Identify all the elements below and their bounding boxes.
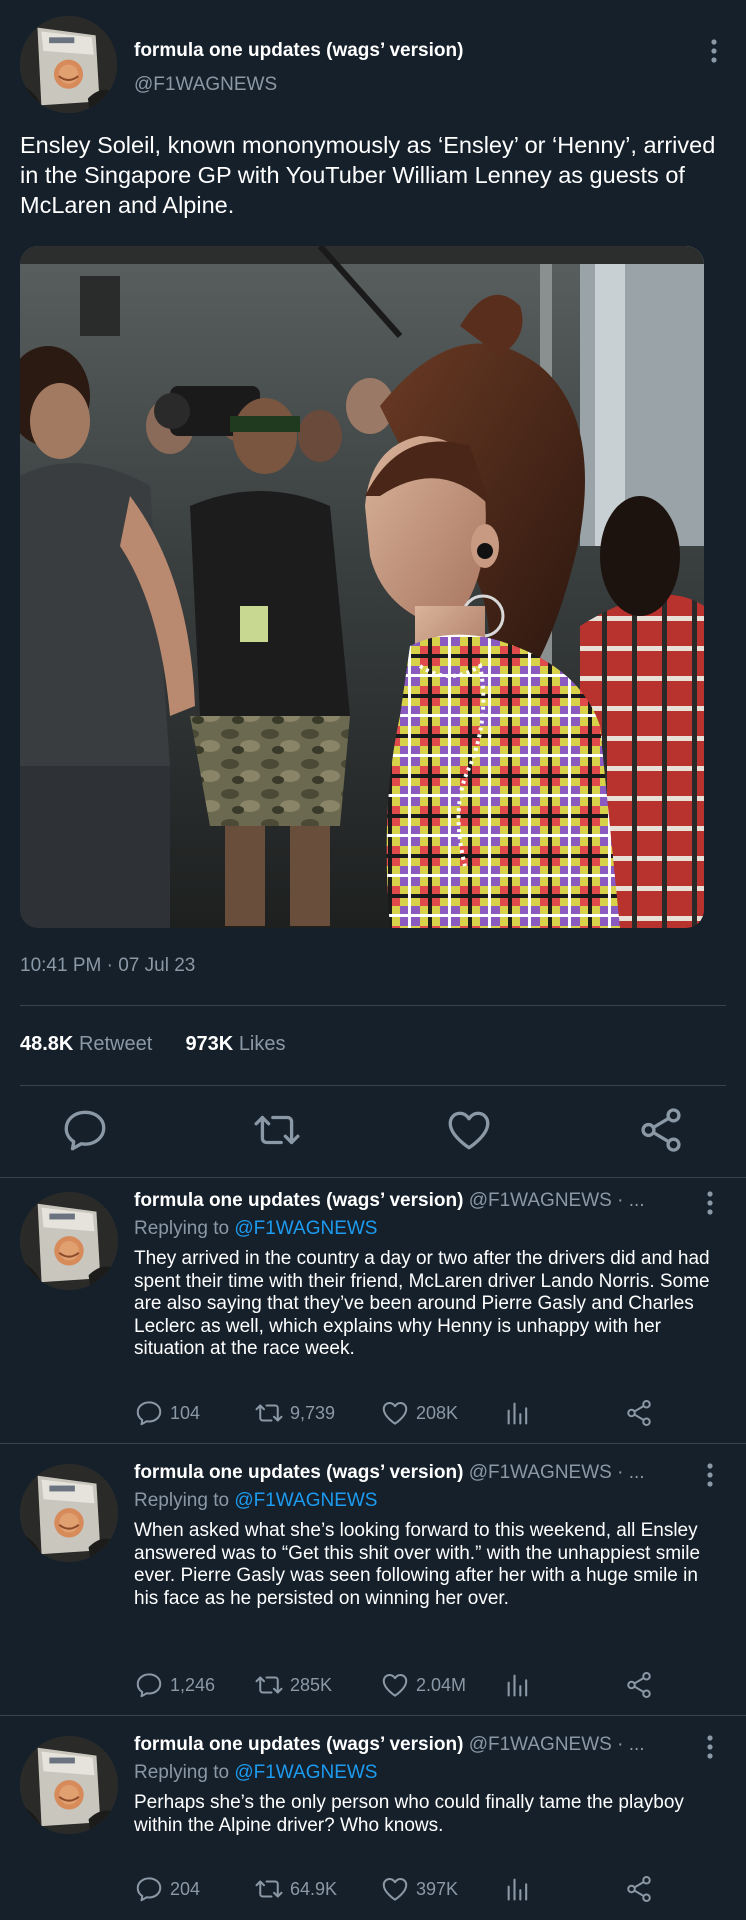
divider xyxy=(20,1085,726,1086)
reply-count: 1,246 xyxy=(170,1674,216,1695)
reply-button[interactable]: 104 xyxy=(134,1396,200,1430)
display-name[interactable]: formula one updates (wags’ version) xyxy=(134,40,463,62)
avatar[interactable] xyxy=(20,16,117,113)
retweet-count: 9,739 xyxy=(290,1402,336,1423)
reply-tweet[interactable]: formula one updates (wags’ version) @F1W… xyxy=(0,1178,746,1443)
tweet-photo[interactable] xyxy=(20,246,704,928)
retweet-button[interactable]: 64.9K xyxy=(254,1872,337,1906)
reply-tweet[interactable]: formula one updates (wags’ version) @F1W… xyxy=(0,1450,746,1715)
heart-icon[interactable] xyxy=(444,1105,494,1155)
replying-label: Replying to xyxy=(134,1490,230,1511)
replying-label: Replying to xyxy=(134,1218,230,1239)
reply-actions: 204 64.9K 397K xyxy=(134,1872,694,1906)
display-name[interactable]: formula one updates (wags’ version) xyxy=(134,1462,463,1483)
divider xyxy=(0,1715,746,1716)
share-icon xyxy=(624,1874,654,1904)
reply-icon xyxy=(134,1398,164,1428)
replying-handle-link[interactable]: @F1WAGNEWS xyxy=(234,1762,377,1783)
avatar[interactable] xyxy=(20,1736,118,1834)
analytics-button[interactable] xyxy=(504,1668,532,1702)
reply-button[interactable]: 204 xyxy=(134,1872,200,1906)
share-button[interactable] xyxy=(624,1668,654,1702)
reply-tweet[interactable]: formula one updates (wags’ version) @F1W… xyxy=(0,1722,746,1920)
divider xyxy=(20,1005,726,1006)
main-tweet-header: formula one updates (wags’ version) @F1W… xyxy=(20,16,726,116)
reply-icon[interactable] xyxy=(60,1105,110,1155)
replying-to: Replying to @F1WAGNEWS xyxy=(134,1762,377,1784)
reply-text: Perhaps she’s the only person who could … xyxy=(134,1792,684,1836)
avatar-image xyxy=(20,16,117,113)
like-count: 397K xyxy=(416,1878,459,1899)
share-icon xyxy=(624,1398,654,1428)
share-icon xyxy=(624,1670,654,1700)
share-icon[interactable] xyxy=(636,1105,686,1155)
retweet-button[interactable]: 9,739 xyxy=(254,1396,335,1430)
main-tweet-actions xyxy=(0,1105,746,1155)
divider xyxy=(0,1443,746,1444)
bar-chart-icon xyxy=(504,1671,532,1699)
like-count: 208K xyxy=(416,1402,459,1423)
tweet-timestamp[interactable]: 10:41 PM · 07 Jul 23 xyxy=(20,955,195,977)
handle-time[interactable]: @F1WAGNEWS · ... xyxy=(469,1462,645,1483)
retweet-icon xyxy=(254,1398,284,1428)
bar-chart-icon xyxy=(504,1875,532,1903)
replying-handle-link[interactable]: @F1WAGNEWS xyxy=(234,1490,377,1511)
like-button[interactable]: 208K xyxy=(380,1396,458,1430)
reply-header: formula one updates (wags’ version) @F1W… xyxy=(134,1190,694,1212)
analytics-button[interactable] xyxy=(504,1396,532,1430)
bar-chart-icon xyxy=(504,1399,532,1427)
more-options-icon[interactable] xyxy=(698,1460,722,1490)
more-options-icon[interactable] xyxy=(702,36,726,66)
reply-actions: 104 9,739 208K xyxy=(134,1396,694,1430)
tweet-text: Ensley Soleil, known mononymously as ‘En… xyxy=(20,132,716,218)
display-name[interactable]: formula one updates (wags’ version) xyxy=(134,1734,463,1755)
more-options-icon[interactable] xyxy=(698,1732,722,1762)
replying-to: Replying to @F1WAGNEWS xyxy=(134,1490,377,1512)
photo-illustration xyxy=(20,246,704,928)
analytics-button[interactable] xyxy=(504,1872,532,1906)
retweet-icon[interactable] xyxy=(252,1105,302,1155)
more-options-icon[interactable] xyxy=(698,1188,722,1218)
likes-label[interactable]: Likes xyxy=(239,1033,286,1055)
like-button[interactable]: 397K xyxy=(380,1872,458,1906)
replying-to: Replying to @F1WAGNEWS xyxy=(134,1218,377,1240)
retweet-count: 285K xyxy=(290,1674,333,1695)
reply-icon xyxy=(134,1670,164,1700)
retweet-button[interactable]: 285K xyxy=(254,1668,332,1702)
heart-icon xyxy=(380,1874,410,1904)
reply-text: They arrived in the country a day or two… xyxy=(134,1248,710,1359)
replying-label: Replying to xyxy=(134,1762,230,1783)
avatar[interactable] xyxy=(20,1192,118,1290)
reply-count: 204 xyxy=(170,1878,201,1899)
like-count: 2.04M xyxy=(416,1674,467,1695)
display-name[interactable]: formula one updates (wags’ version) xyxy=(134,1190,463,1211)
reply-actions: 1,246 285K 2.04M xyxy=(134,1668,694,1702)
share-button[interactable] xyxy=(624,1396,654,1430)
reply-header: formula one updates (wags’ version) @F1W… xyxy=(134,1462,694,1484)
engagement-stats: 48.8K Retweet 973K Likes xyxy=(20,1033,286,1056)
retweet-icon xyxy=(254,1874,284,1904)
reply-text: When asked what she’s looking forward to… xyxy=(134,1520,701,1609)
reply-button[interactable]: 1,246 xyxy=(134,1668,215,1702)
heart-icon xyxy=(380,1398,410,1428)
reply-icon xyxy=(134,1874,164,1904)
like-button[interactable]: 2.04M xyxy=(380,1668,466,1702)
reply-count: 104 xyxy=(170,1402,201,1423)
retweet-count[interactable]: 48.8K xyxy=(20,1033,73,1055)
share-button[interactable] xyxy=(624,1872,654,1906)
handle-time[interactable]: @F1WAGNEWS · ... xyxy=(469,1190,645,1211)
user-handle[interactable]: @F1WAGNEWS xyxy=(134,74,277,96)
retweet-label[interactable]: Retweet xyxy=(79,1033,152,1055)
heart-icon xyxy=(380,1670,410,1700)
avatar[interactable] xyxy=(20,1464,118,1562)
reply-header: formula one updates (wags’ version) @F1W… xyxy=(134,1734,694,1756)
replying-handle-link[interactable]: @F1WAGNEWS xyxy=(234,1218,377,1239)
likes-count[interactable]: 973K xyxy=(185,1033,233,1055)
handle-time[interactable]: @F1WAGNEWS · ... xyxy=(469,1734,645,1755)
retweet-icon xyxy=(254,1670,284,1700)
retweet-count: 64.9K xyxy=(290,1878,338,1899)
